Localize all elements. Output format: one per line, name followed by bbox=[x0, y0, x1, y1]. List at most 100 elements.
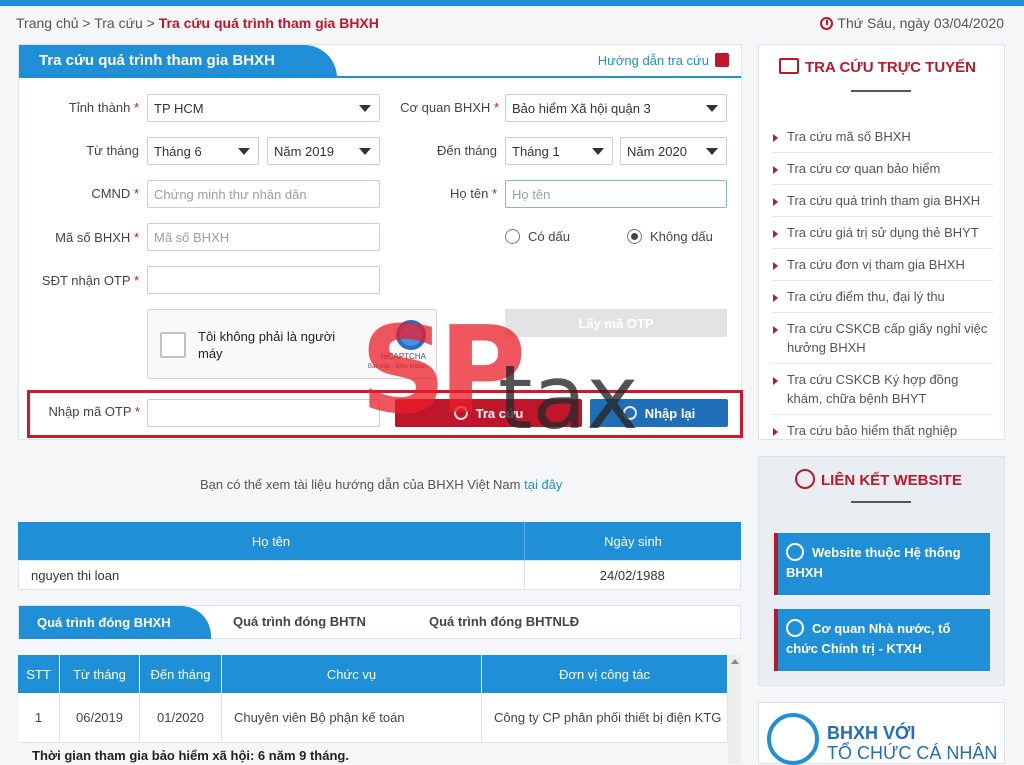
sidebar-item[interactable]: Tra cứu quá trình tham gia BHXH bbox=[771, 185, 993, 217]
bhxh-system-text: Website thuộc Hệ thống BHXH bbox=[786, 545, 961, 580]
agency-select[interactable]: Bảo hiểm Xã hội quận 3 bbox=[505, 94, 727, 122]
search-button[interactable]: Tra cứu bbox=[395, 399, 582, 427]
get-otp-button[interactable]: Lấy mã OTP bbox=[505, 309, 727, 337]
edit-icon bbox=[715, 53, 729, 67]
bhxh-code-label: Mã số BHXH * bbox=[29, 230, 139, 245]
to-year-select[interactable]: Năm 2020 bbox=[620, 137, 727, 165]
clock-icon bbox=[820, 17, 834, 30]
bhxh-label-text: Mã số BHXH bbox=[55, 230, 131, 245]
globe-icon bbox=[795, 469, 815, 489]
government-text: Cơ quan Nhà nước, tổ chức Chính trị - KT… bbox=[786, 621, 951, 656]
from-month-label: Từ tháng bbox=[86, 143, 139, 158]
sidebar-divider bbox=[851, 90, 911, 92]
links-title-text: LIÊN KẾT WEBSITE bbox=[821, 472, 962, 489]
province-label: Tỉnh thành * bbox=[29, 100, 139, 115]
history-table: STT Từ tháng Đến tháng Chức vụ Đơn vị cô… bbox=[18, 655, 728, 743]
guide-note: Bạn có thể xem tài liệu hướng dẫn của BH… bbox=[200, 477, 562, 492]
name-input[interactable]: Họ tên bbox=[505, 180, 727, 208]
globe-icon bbox=[786, 619, 804, 637]
otp-label-text: Nhập mã OTP bbox=[48, 404, 132, 419]
cell-name: nguyen thi loan bbox=[31, 567, 120, 583]
recaptcha-brand: reCAPTCHA bbox=[380, 352, 426, 361]
history-tabs: Quá trình đóng BHXH Quá trình đóng BHTN … bbox=[18, 605, 741, 639]
header-stt: STT bbox=[18, 655, 60, 693]
bhxh-system-link[interactable]: Website thuộc Hệ thống BHXH bbox=[774, 533, 990, 595]
cmnd-input[interactable]: Chứng minh thư nhân dân bbox=[147, 180, 380, 208]
recaptcha-icon bbox=[396, 320, 426, 350]
recaptcha-terms[interactable]: Bảo mật - Điều khoản bbox=[368, 364, 426, 370]
required-mark: * bbox=[491, 186, 497, 201]
name-label: Họ tên * bbox=[379, 186, 497, 201]
top-bar bbox=[0, 0, 1024, 6]
radio-accent[interactable]: Có dấu bbox=[505, 229, 570, 244]
sidebar-item[interactable]: Tra cứu giá trị sử dụng thẻ BHYT bbox=[771, 217, 993, 249]
from-year-select[interactable]: Năm 2019 bbox=[267, 137, 380, 165]
agency-label: Cơ quan BHXH * bbox=[379, 100, 499, 115]
reset-button[interactable]: Nhập lại bbox=[590, 399, 728, 427]
header-name: Họ tên bbox=[251, 533, 291, 549]
cmnd-label-text: CMND bbox=[91, 186, 131, 201]
phone-label-text: SĐT nhận OTP bbox=[41, 273, 131, 288]
required-mark: * bbox=[134, 404, 140, 419]
sidebar-list: Tra cứu mã số BHXH Tra cứu cơ quan bảo h… bbox=[771, 121, 993, 446]
online-lookup-sidebar: TRA CỨU TRỰC TUYẾN Tra cứu mã số BHXH Tr… bbox=[758, 44, 1005, 440]
radio-circle bbox=[505, 229, 520, 244]
otp-input[interactable] bbox=[147, 399, 380, 427]
sidebar-item[interactable]: Tra cứu cơ quan bảo hiểm bbox=[771, 153, 993, 185]
guide-text: Hướng dẫn tra cứu bbox=[597, 53, 709, 68]
sidebar-item[interactable]: Tra cứu bảo hiểm thất nghiệp bbox=[771, 415, 993, 446]
table-row: 1 06/2019 01/2020 Chuyên viên Bộ phận kế… bbox=[18, 693, 728, 743]
banner-line1: BHXH VỚI bbox=[827, 723, 916, 743]
to-month-select[interactable]: Tháng 1 bbox=[505, 137, 613, 165]
bhxh-banner[interactable]: BHXH VỚI TỔ CHỨC CÁ NHÂN bbox=[758, 702, 1005, 765]
refresh-icon bbox=[622, 406, 637, 420]
government-link[interactable]: Cơ quan Nhà nước, tổ chức Chính trị - KT… bbox=[774, 609, 990, 671]
sidebar-title: TRA CỨU TRỰC TUYẾN bbox=[779, 58, 976, 76]
date-text: Thứ Sáu, ngày 03/04/2020 bbox=[837, 15, 1004, 31]
reset-label: Nhập lại bbox=[644, 405, 696, 421]
table-row: nguyen thi loan 24/02/1988 bbox=[18, 560, 741, 590]
breadcrumb-current: Tra cứu quá trình tham gia BHXH bbox=[158, 15, 379, 31]
required-mark: * bbox=[133, 273, 139, 288]
tab-bhxh[interactable]: Quá trình đóng BHXH bbox=[19, 606, 211, 639]
people-icon bbox=[767, 713, 819, 765]
province-select[interactable]: TP HCM bbox=[147, 94, 380, 122]
recaptcha-checkbox[interactable] bbox=[160, 332, 186, 358]
header-to: Đến tháng bbox=[140, 655, 222, 693]
globe-icon bbox=[786, 543, 804, 561]
required-mark: * bbox=[493, 100, 499, 115]
phone-otp-input[interactable] bbox=[147, 266, 380, 294]
otp-label: Nhập mã OTP * bbox=[30, 404, 140, 419]
tab-bhtn[interactable]: Quá trình đóng BHTN bbox=[233, 614, 366, 629]
here-link[interactable]: tại đây bbox=[524, 477, 562, 492]
radio-circle-selected bbox=[627, 229, 642, 244]
phone-otp-label: SĐT nhận OTP * bbox=[29, 273, 139, 288]
sidebar-item[interactable]: Tra cứu CSKCB cấp giấy nghỉ việc hưởng B… bbox=[771, 313, 993, 364]
sidebar-item[interactable]: Tra cứu điểm thu, đại lý thu bbox=[771, 281, 993, 313]
header-position: Chức vụ bbox=[222, 655, 482, 693]
breadcrumb: Trang chủ > Tra cứu > Tra cứu quá trình … bbox=[16, 15, 379, 31]
bhxh-code-input[interactable]: Mã số BHXH bbox=[147, 223, 380, 251]
current-date: Thứ Sáu, ngày 03/04/2020 bbox=[820, 15, 1004, 31]
panel-title: Tra cứu quá trình tham gia BHXH bbox=[19, 45, 337, 78]
links-divider bbox=[851, 501, 911, 503]
radio-no-accent[interactable]: Không dấu bbox=[627, 229, 713, 244]
sidebar-item[interactable]: Tra cứu CSKCB Ký hợp đồng khám, chữa bện… bbox=[771, 364, 993, 415]
guide-link[interactable]: Hướng dẫn tra cứu bbox=[598, 53, 729, 68]
recaptcha-text: Tôi không phải là người máy bbox=[198, 329, 336, 361]
required-mark: * bbox=[133, 186, 139, 201]
agency-label-text: Cơ quan BHXH bbox=[400, 100, 491, 115]
breadcrumb-home[interactable]: Trang chủ > bbox=[16, 15, 91, 31]
banner-line2: TỔ CHỨC CÁ NHÂN bbox=[827, 743, 998, 763]
from-month-select[interactable]: Tháng 6 bbox=[147, 137, 259, 165]
to-month-label: Đến tháng bbox=[437, 143, 497, 158]
tab-bhtnld[interactable]: Quá trình đóng BHTNLĐ bbox=[429, 614, 579, 629]
name-label-text: Họ tên bbox=[450, 186, 489, 201]
sidebar-item[interactable]: Tra cứu đơn vị tham gia BHXH bbox=[771, 249, 993, 281]
history-table-header: STT Từ tháng Đến tháng Chức vụ Đơn vị cô… bbox=[18, 655, 728, 693]
breadcrumb-lookup[interactable]: Tra cứu > bbox=[94, 15, 155, 31]
sidebar-item[interactable]: Tra cứu mã số BHXH bbox=[771, 121, 993, 153]
cell-employer: Công ty CP phân phối thiết bị điện KTG bbox=[482, 693, 728, 742]
table-scrollbar[interactable] bbox=[728, 655, 741, 764]
monitor-icon bbox=[779, 58, 799, 74]
